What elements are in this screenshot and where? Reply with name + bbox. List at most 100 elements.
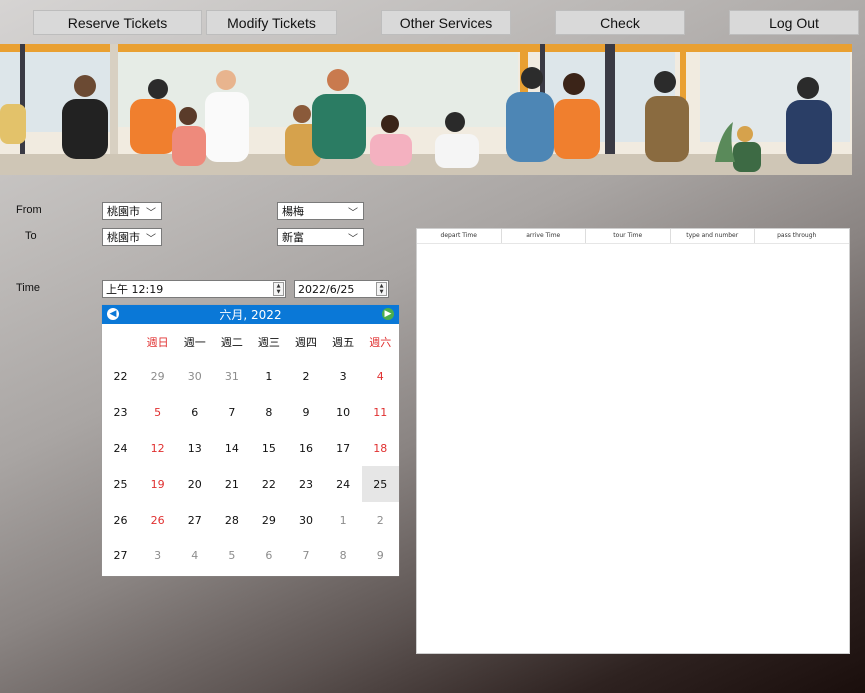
calendar-day[interactable]: 29	[250, 502, 287, 538]
week-number: 24	[102, 430, 140, 467]
week-number: 22	[102, 359, 140, 395]
chevron-down-icon: ﹀	[146, 234, 156, 245]
to-city-select[interactable]: 桃園市 ﹀	[102, 228, 162, 246]
calendar-day[interactable]: 8	[325, 538, 362, 574]
check-button[interactable]: Check	[555, 10, 685, 35]
from-city-value: 桃園市	[107, 205, 140, 218]
to-label: To	[25, 230, 37, 242]
to-station-select[interactable]: 新富 ﹀	[277, 228, 364, 246]
calendar-day[interactable]: 3	[325, 359, 362, 395]
calendar-day[interactable]: 27	[176, 502, 213, 538]
calendar-day[interactable]: 17	[325, 431, 362, 467]
calendar-day[interactable]: 16	[287, 431, 324, 467]
modify-tickets-button[interactable]: Modify Tickets	[206, 10, 337, 35]
other-services-button[interactable]: Other Services	[381, 10, 511, 35]
calendar-day[interactable]: 20	[176, 466, 213, 502]
calendar-day[interactable]: 3	[139, 538, 176, 574]
calendar-month-title[interactable]: 六月, 2022	[219, 306, 281, 323]
week-number: 26	[102, 502, 140, 538]
calendar-day[interactable]: 29	[139, 359, 176, 395]
calendar-day[interactable]: 7	[287, 538, 324, 574]
calendar-day[interactable]: 14	[213, 431, 250, 467]
column-tour-time[interactable]: tour Time	[586, 229, 671, 243]
calendar-day[interactable]: 30	[176, 359, 213, 395]
log-out-button[interactable]: Log Out	[729, 10, 859, 35]
calendar-week-row: 23 5 6 7 8 9 10 11	[102, 394, 399, 431]
weekday-thu: 週四	[295, 335, 318, 349]
week-number: 25	[102, 466, 140, 503]
calendar-week-row: 26 26 27 28 29 30 1 2	[102, 502, 399, 538]
banner-illustration	[0, 44, 852, 175]
column-pass-through[interactable]: pass through	[755, 229, 839, 243]
calendar-day[interactable]: 12	[139, 431, 176, 467]
next-month-arrow-icon[interactable]: ▶	[382, 308, 394, 320]
column-arrive-time[interactable]: arrive Time	[502, 229, 586, 243]
chevron-down-icon: ﹀	[146, 208, 156, 219]
results-list[interactable]: depart Time arrive Time tour Time type a…	[416, 228, 850, 654]
calendar-day[interactable]: 24	[325, 466, 362, 502]
from-station-select[interactable]: 楊梅 ﹀	[277, 202, 364, 220]
calendar-day[interactable]: 5	[139, 395, 176, 431]
date-picker[interactable]: 2022/6/25 ▲ ▼	[294, 280, 389, 298]
calendar-day[interactable]: 6	[250, 538, 287, 574]
column-depart-time[interactable]: depart Time	[417, 229, 502, 243]
from-city-select[interactable]: 桃園市 ﹀	[102, 202, 162, 220]
calendar-day[interactable]: 22	[250, 466, 287, 502]
week-number: 27	[102, 537, 140, 574]
week-number: 23	[102, 394, 140, 431]
calendar-day[interactable]: 7	[213, 395, 250, 431]
calendar-day[interactable]: 4	[176, 538, 213, 574]
to-station-value: 新富	[282, 231, 304, 244]
calendar-day[interactable]: 2	[362, 502, 399, 538]
weekday-wed: 週三	[257, 335, 280, 349]
weekday-header-row: 週日 週一 週二 週三 週四 週五 週六	[102, 324, 399, 359]
calendar-day[interactable]: 5	[213, 538, 250, 574]
calendar-day[interactable]: 4	[362, 359, 399, 395]
calendar-day[interactable]: 28	[213, 502, 250, 538]
weekno-header	[102, 324, 139, 359]
calendar-day[interactable]: 13	[176, 431, 213, 467]
date-spinner[interactable]: ▲ ▼	[376, 282, 387, 296]
column-type-and-number[interactable]: type and number	[671, 229, 755, 243]
weekday-sat: 週六	[369, 335, 392, 349]
calendar-header: ◀ 六月, 2022 ▶	[102, 305, 399, 324]
calendar-week-row: 24 12 13 14 15 16 17 18	[102, 430, 399, 467]
calendar-day[interactable]: 21	[213, 466, 250, 502]
calendar-day[interactable]: 30	[287, 502, 324, 538]
time-value: 上午 12:19	[106, 283, 164, 296]
calendar-day[interactable]: 9	[362, 538, 399, 574]
calendar-day[interactable]: 11	[362, 395, 399, 431]
from-station-value: 楊梅	[282, 205, 304, 218]
calendar-day[interactable]: 6	[176, 395, 213, 431]
weekday-fri: 週五	[332, 335, 355, 349]
calendar-day[interactable]: 23	[287, 466, 324, 502]
reserve-tickets-button[interactable]: Reserve Tickets	[33, 10, 202, 35]
weekday-sun: 週日	[146, 335, 169, 349]
calendar-day[interactable]: 31	[213, 359, 250, 395]
calendar-day[interactable]: 1	[250, 359, 287, 395]
calendar-week-row: 22 29 30 31 1 2 3 4	[102, 359, 399, 395]
calendar-day-selected[interactable]: 25	[361, 466, 399, 503]
calendar-day[interactable]: 8	[250, 395, 287, 431]
calendar-day[interactable]: 26	[139, 502, 176, 538]
calendar-day[interactable]: 10	[325, 395, 362, 431]
weekday-mon: 週一	[183, 335, 206, 349]
results-header: depart Time arrive Time tour Time type a…	[417, 229, 849, 244]
date-value: 2022/6/25	[298, 282, 355, 296]
calendar-day[interactable]: 19	[139, 466, 176, 502]
month-calendar[interactable]: ◀ 六月, 2022 ▶ 週日 週一 週二 週三 週四 週五 週六 22 29 …	[102, 305, 399, 576]
calendar-day[interactable]: 1	[325, 502, 362, 538]
previous-month-arrow-icon[interactable]: ◀	[107, 308, 119, 320]
calendar-day[interactable]: 9	[287, 395, 324, 431]
calendar-day[interactable]: 2	[287, 359, 324, 395]
from-label: From	[16, 204, 42, 216]
chevron-down-icon: ﹀	[348, 234, 358, 245]
time-label: Time	[16, 282, 41, 294]
chevron-down-icon: ﹀	[348, 208, 358, 219]
time-picker[interactable]: 上午 12:19 ▲ ▼	[102, 280, 286, 298]
calendar-week-row: 27 3 4 5 6 7 8 9	[102, 537, 399, 574]
time-spinner[interactable]: ▲ ▼	[273, 282, 284, 296]
calendar-day[interactable]: 15	[250, 431, 287, 467]
to-city-value: 桃園市	[107, 231, 140, 244]
calendar-day[interactable]: 18	[362, 431, 399, 467]
